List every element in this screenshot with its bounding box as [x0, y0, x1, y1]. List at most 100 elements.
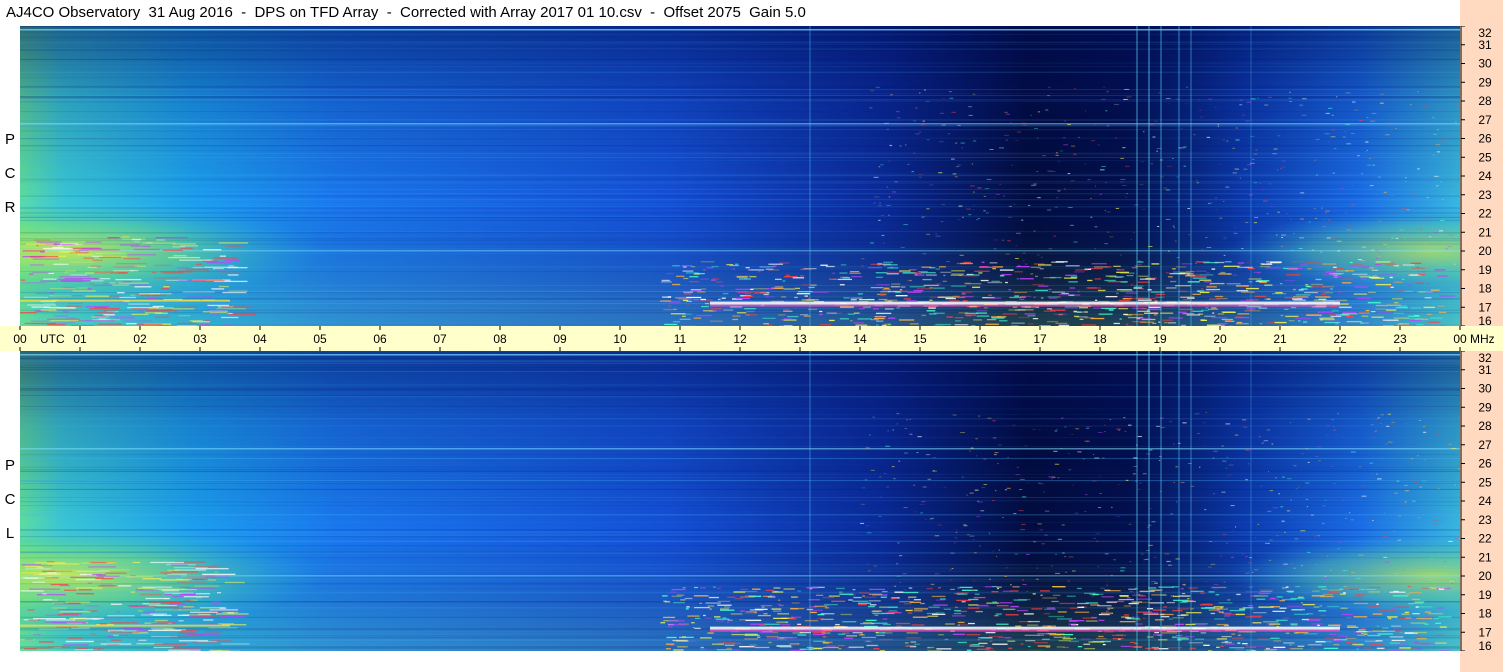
rfi-band — [20, 268, 1460, 270]
speckle — [892, 191, 897, 193]
speckle — [985, 631, 996, 634]
speckle — [1104, 243, 1109, 245]
speckle — [1217, 125, 1220, 127]
speckle — [1298, 486, 1300, 488]
speckle — [870, 242, 874, 244]
speckle — [1172, 225, 1175, 227]
speckle — [72, 290, 96, 292]
speckle — [1105, 182, 1107, 184]
rfi-band — [20, 180, 1460, 182]
speckle — [1432, 460, 1437, 462]
speckle — [1162, 625, 1176, 627]
speckle — [878, 298, 888, 301]
speckle — [1106, 584, 1108, 586]
speckle — [193, 565, 218, 568]
speckle — [870, 469, 875, 471]
speckle — [768, 269, 780, 271]
speckle — [163, 286, 170, 288]
speckle — [1055, 261, 1068, 263]
speckle — [1235, 526, 1237, 528]
speckle — [1200, 592, 1205, 594]
speckle — [83, 257, 95, 259]
speckle — [939, 141, 944, 143]
rfi-band — [20, 129, 1460, 131]
speckle — [896, 307, 900, 309]
speckle — [32, 581, 46, 583]
speckle — [1085, 494, 1088, 496]
speckle — [675, 297, 687, 299]
speckle — [1333, 266, 1337, 269]
speckle — [672, 321, 681, 323]
speckle — [666, 636, 677, 639]
speckle — [1118, 429, 1121, 431]
speckle — [922, 216, 926, 218]
speckle — [1054, 463, 1060, 465]
speckle — [1037, 111, 1041, 113]
speckle — [1084, 647, 1096, 650]
speckle — [1343, 131, 1347, 133]
speckle — [753, 292, 767, 294]
speckle — [1242, 114, 1246, 116]
speckle — [1368, 591, 1381, 593]
speckle — [1245, 221, 1249, 223]
speckle — [222, 291, 247, 294]
speckle — [724, 606, 730, 608]
speckle — [130, 591, 136, 593]
speckle — [1427, 612, 1444, 615]
speckle — [1275, 477, 1278, 479]
speckle — [1273, 640, 1282, 642]
speckle — [1055, 572, 1060, 574]
speckle — [1437, 607, 1444, 609]
speckle — [1287, 478, 1292, 480]
speckle — [1356, 648, 1359, 650]
speckle — [904, 589, 907, 591]
speckle — [1076, 448, 1081, 450]
speckle — [1019, 478, 1025, 480]
speckle — [796, 293, 811, 295]
speckle — [760, 604, 773, 607]
speckle — [1123, 295, 1133, 298]
rfi-band — [20, 585, 1460, 587]
speckle — [1344, 212, 1348, 214]
speckle — [1256, 97, 1260, 99]
speckle — [1404, 237, 1406, 239]
speckle — [1366, 116, 1369, 118]
speckle — [708, 596, 719, 599]
utc-time-axis: 00 01 02 03 04 05 06 07 08 09 10 11 12 13 14 15 16 17 18 19… — [0, 326, 1503, 351]
speckle — [1417, 512, 1420, 514]
speckle — [57, 608, 84, 611]
speckle — [1283, 642, 1295, 644]
speckle — [1382, 627, 1389, 629]
speckle — [1269, 539, 1273, 541]
speckle — [113, 266, 138, 268]
speckle — [1258, 436, 1261, 438]
speckle — [1119, 621, 1136, 623]
speckle — [1387, 441, 1393, 443]
speckle — [77, 287, 88, 289]
speckle — [190, 611, 218, 613]
speckle — [1041, 543, 1045, 545]
rfi-band — [20, 360, 1460, 362]
speckle — [1414, 474, 1416, 476]
rfi-band — [20, 85, 1460, 87]
speckle — [1380, 422, 1382, 424]
speckle — [1393, 281, 1403, 283]
speckle — [694, 606, 710, 609]
speckle — [750, 288, 754, 290]
speckle — [1223, 254, 1226, 256]
speckle — [90, 280, 104, 282]
speckle — [1235, 127, 1238, 129]
speckle — [182, 291, 215, 293]
speckle — [1187, 207, 1191, 209]
speckle — [667, 296, 672, 298]
speckle — [1116, 428, 1121, 430]
speckle — [1364, 633, 1368, 635]
speckle — [1046, 607, 1056, 609]
speckle — [957, 621, 965, 624]
speckle — [661, 279, 670, 282]
speckle — [1367, 291, 1376, 294]
rfi-band — [20, 567, 1460, 569]
speckle — [883, 287, 890, 289]
utc-tick-label: 03 — [193, 332, 207, 346]
speckle — [1386, 616, 1398, 618]
